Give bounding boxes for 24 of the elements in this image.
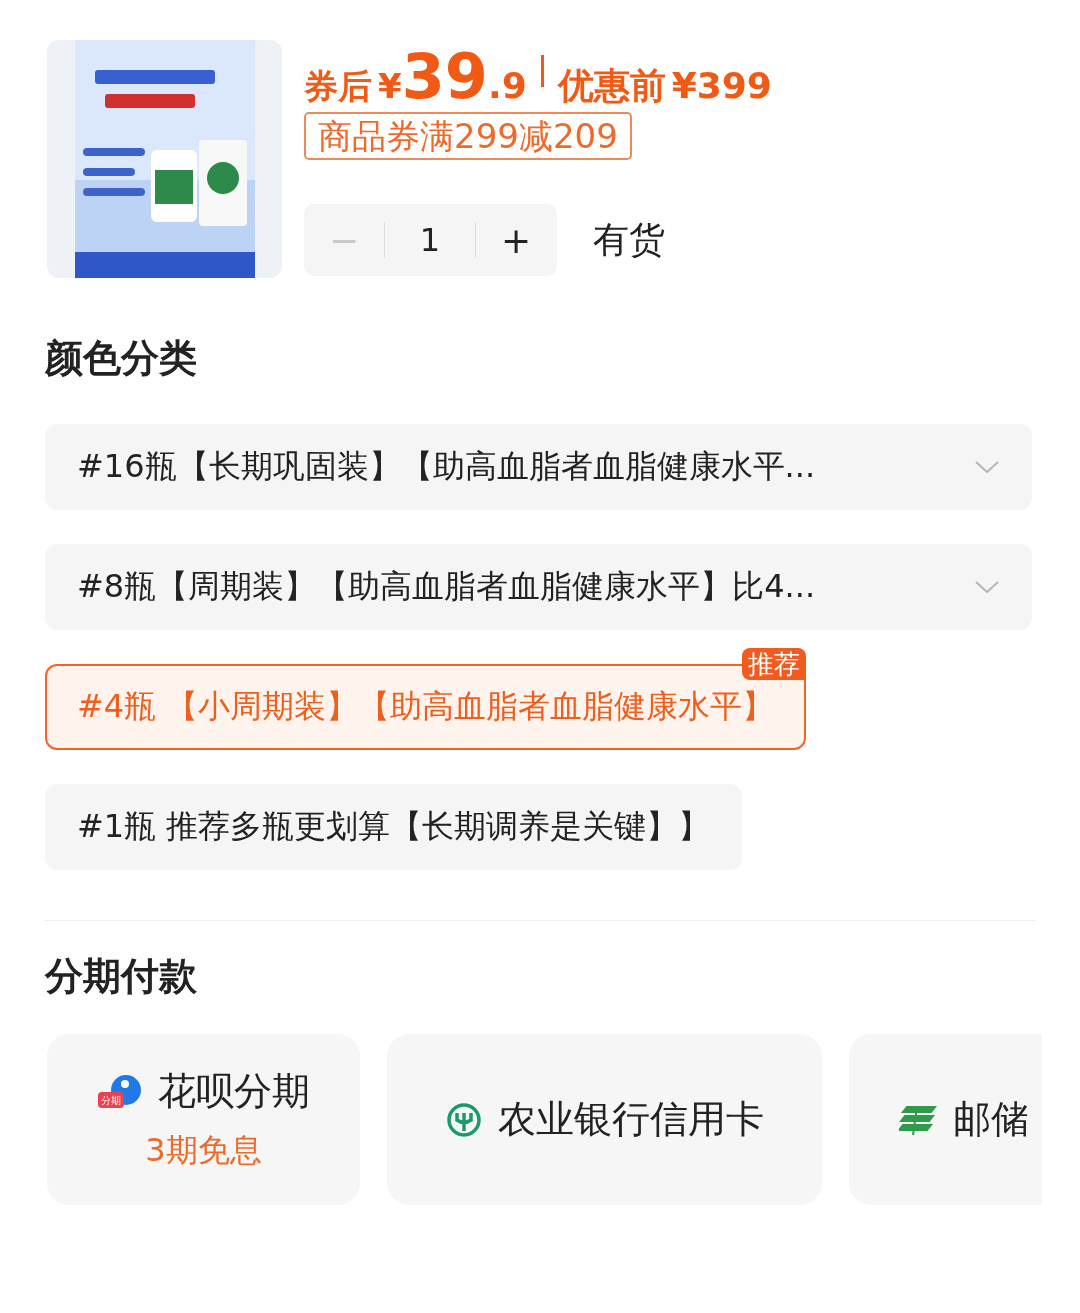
variant-option[interactable]: #1瓶 推荐多瓶更划算【长期调养是关键】】 [45,784,743,870]
caret-icon [974,460,1000,474]
coupon-tag: 商品券满299减209 [304,112,632,160]
payment-name: 邮储 [953,1097,1029,1141]
section-title: 颜色分类 [45,335,198,382]
quantity-value[interactable]: 1 [385,221,475,259]
payment-name: 农业银行信用卡 [497,1097,764,1141]
payment-option[interactable]: 邮储 [849,1034,1042,1205]
original-price: ¥399 [671,65,772,106]
price-value: ¥39.9 [378,40,527,113]
stock-status: 有货 [593,217,665,262]
variant-option[interactable]: #16瓶【长期巩固装】【助高血脂者血脂健康水平... [45,424,1032,510]
payment-option[interactable]: 分期 花呗分期 3期免息 [47,1034,360,1205]
payment-option[interactable]: 农业银行信用卡 [387,1034,822,1205]
price-label: 券后 [304,65,372,108]
payment-name: 花呗分期 [157,1069,310,1113]
variant-option[interactable]: #8瓶【周期装】【助高血脂者血脂健康水平】比4... [45,544,1032,630]
section-title: 分期付款 [45,953,198,1000]
increase-button[interactable]: + [476,219,556,261]
caret-icon [974,580,1000,594]
bank-logo-icon [445,1101,482,1138]
payment-subtitle: 3期免息 [145,1130,262,1171]
recommend-badge: 推荐 [742,648,807,680]
original-price-label: 优惠前 [557,64,666,108]
